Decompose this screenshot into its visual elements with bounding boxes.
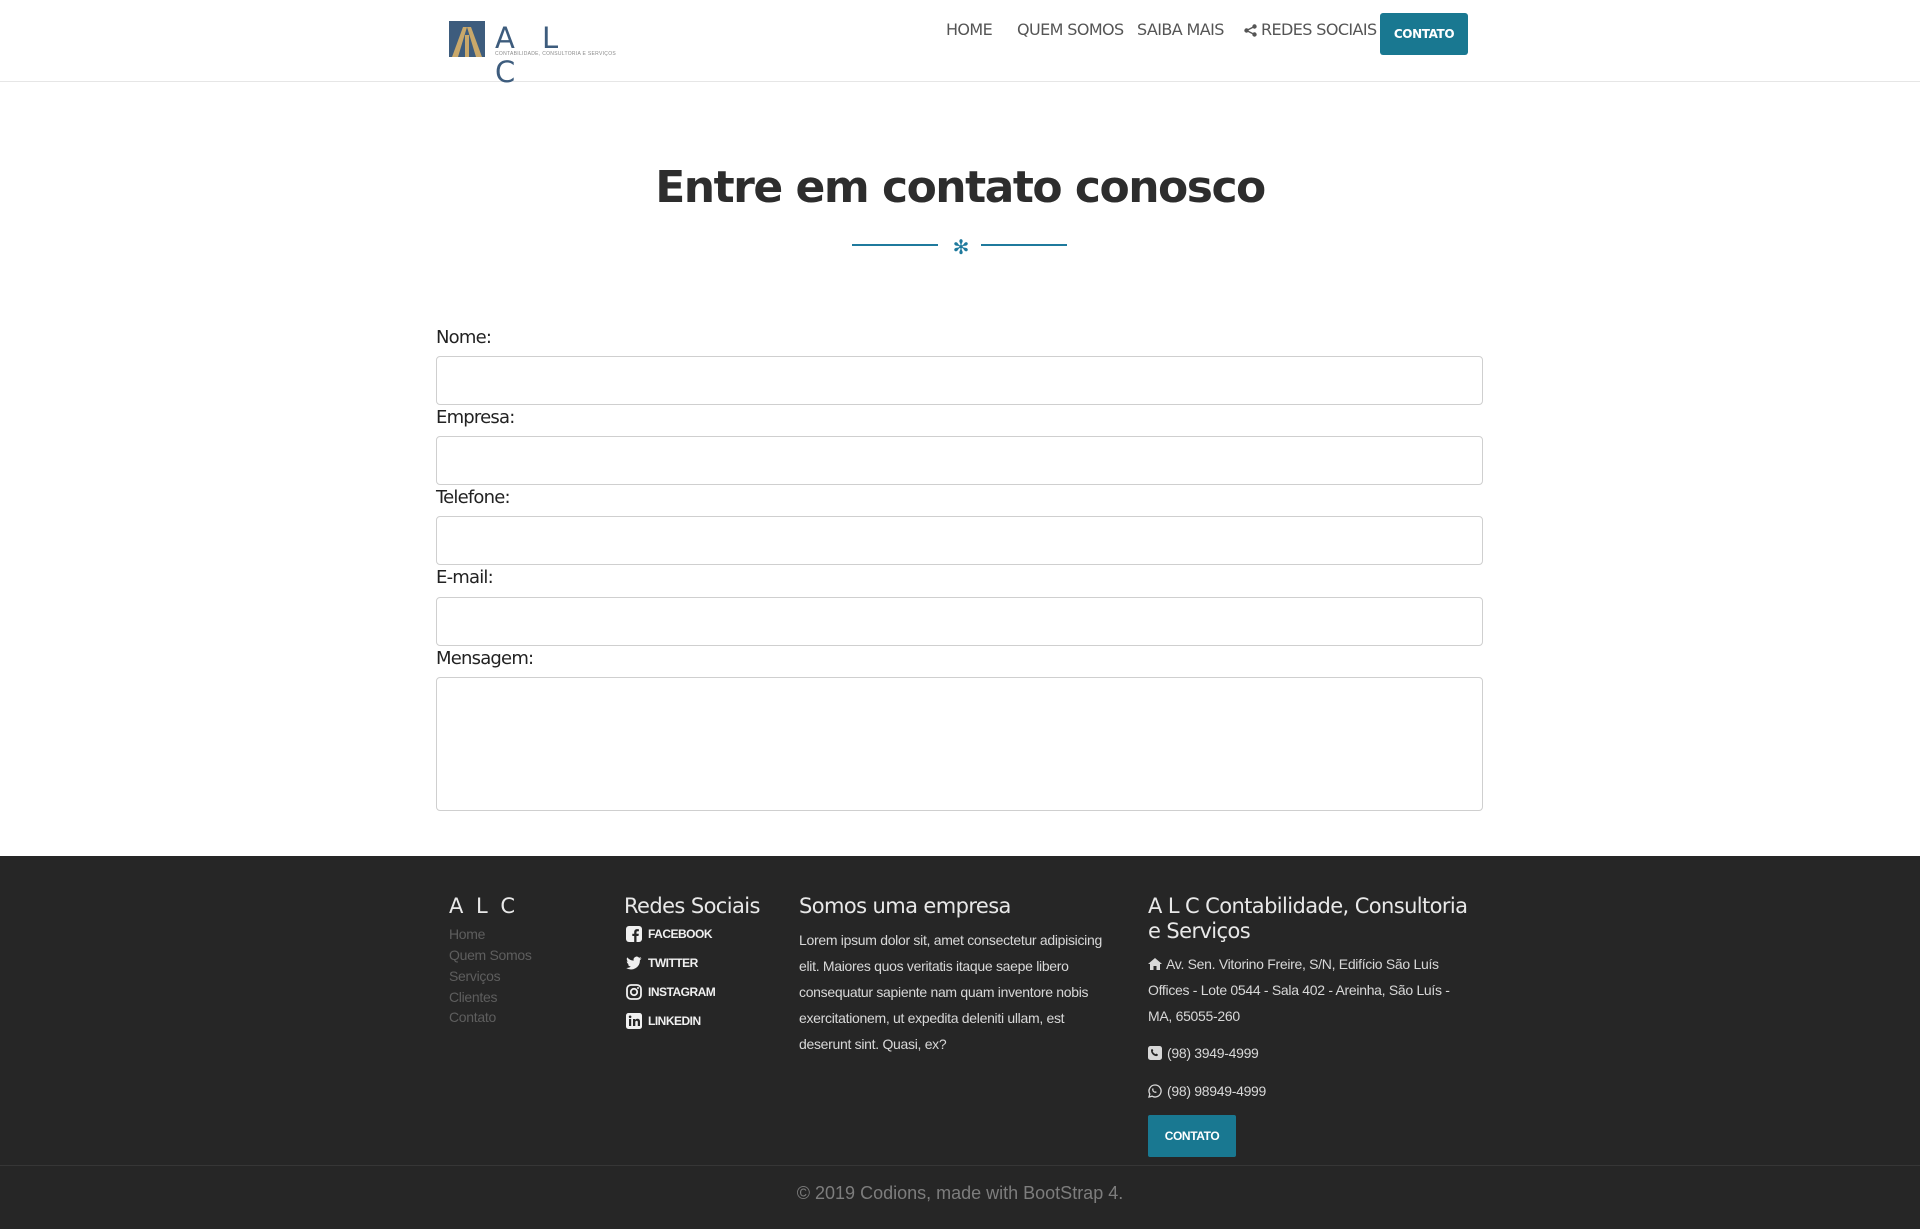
footer-link-servicos[interactable]: Serviços [449,968,501,984]
whatsapp-icon [1148,1084,1162,1098]
footer-divider [0,1165,1920,1166]
linkedin-icon [626,1013,642,1029]
copyright: © 2019 Codions, made with BootStrap 4. [796,1183,1124,1203]
home-icon [1148,958,1162,970]
footer-phone-text: (98) 3949-4999 [1167,1045,1259,1061]
footer-phone: (98) 3949-4999 [1148,1045,1259,1061]
footer-link-contato[interactable]: Contato [449,1009,496,1025]
footer-whatsapp: (98) 98949-4999 [1148,1083,1266,1099]
footer-link-clientes[interactable]: Clientes [449,989,497,1005]
title-divider-left [852,244,938,246]
twitter-icon [626,956,642,970]
footer-whatsapp-text: (98) 98949-4999 [1167,1083,1267,1099]
nav-redes-sociais-label: REDES SOCIAIS [1261,20,1377,39]
site-footer: A L C Home Quem Somos Serviços Clientes … [0,856,1920,1229]
footer-facebook-link[interactable]: FACEBOOK [626,926,713,942]
footer-about-title: Somos uma empresa [799,894,1011,918]
facebook-icon [626,926,642,942]
twitter-label: TWITTER [648,956,698,970]
footer-instagram-link[interactable]: INSTAGRAM [626,984,716,1000]
share-icon [1244,24,1257,37]
footer-company-title: A L C Contabilidade, Consultoria e Servi… [1148,894,1468,943]
logo[interactable]: A L C CONTABILIDADE, CONSULTORIA E SERVI… [449,21,616,89]
nav-redes-sociais[interactable]: REDES SOCIAIS [1244,20,1377,39]
contact-button[interactable]: CONTATO [1380,13,1468,55]
email-input[interactable] [436,597,1483,646]
nav-saiba-mais[interactable]: SAIBA MAIS [1137,20,1224,39]
phone-square-icon [1148,1046,1162,1060]
footer-link-quem-somos[interactable]: Quem Somos [449,947,532,963]
empresa-input[interactable] [436,436,1483,485]
linkedin-label: LINKEDIN [648,1014,701,1028]
footer-about-text: Lorem ipsum dolor sit, amet consectetur … [799,932,1102,1052]
nome-label: Nome: [436,327,492,348]
nav-home[interactable]: HOME [946,20,993,39]
telefone-label: Telefone: [436,487,511,508]
title-divider-right [981,244,1067,246]
footer-linkedin-link[interactable]: LINKEDIN [626,1013,701,1029]
mensagem-label: Mensagem: [436,648,534,669]
empresa-label: Empresa: [436,407,515,428]
logo-mark-icon [449,21,485,57]
email-label: E-mail: [436,567,494,588]
footer-link-home[interactable]: Home [449,926,485,942]
nome-input[interactable] [436,356,1483,405]
snowflake-icon: ✻ [952,237,970,259]
footer-social-title: Redes Sociais [624,894,760,918]
instagram-label: INSTAGRAM [648,985,716,999]
footer-contact-button[interactable]: CONTATO [1148,1115,1236,1157]
footer-address: Av. Sen. Vitorino Freire, S/N, Edifício … [1148,951,1468,1029]
site-header: A L C CONTABILIDADE, CONSULTORIA E SERVI… [0,0,1920,89]
nav-quem-somos[interactable]: QUEM SOMOS [1017,20,1124,39]
footer-address-text: Av. Sen. Vitorino Freire, S/N, Edifício … [1148,956,1450,1024]
page-title: Entre em contato conosco [655,162,1266,213]
logo-tagline: CONTABILIDADE, CONSULTORIA E SERVIÇOS [495,51,617,57]
footer-brand-title: A L C [449,894,519,918]
mensagem-textarea[interactable] [436,677,1483,811]
facebook-label: FACEBOOK [648,927,713,941]
footer-twitter-link[interactable]: TWITTER [626,955,698,971]
telefone-input[interactable] [436,516,1483,565]
instagram-icon [626,984,642,1000]
